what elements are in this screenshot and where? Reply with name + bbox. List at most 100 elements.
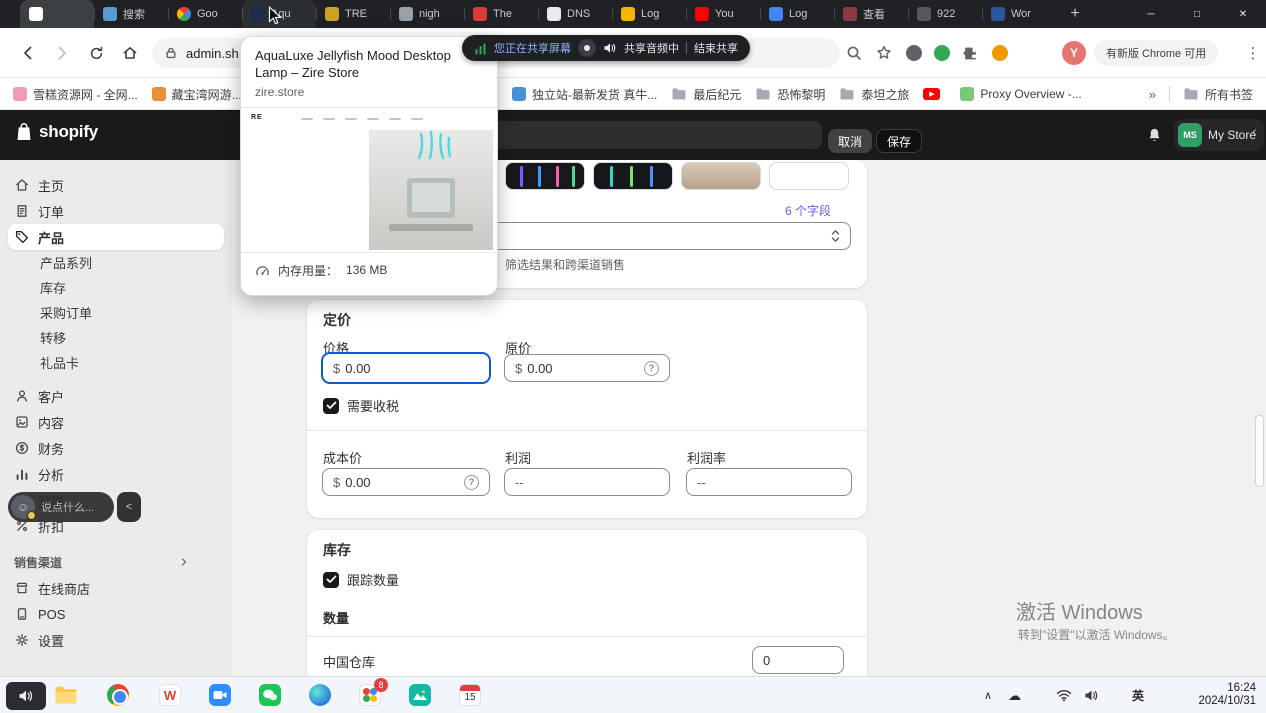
extension-button-2[interactable]: [928, 39, 956, 67]
sidebar-item-purchase-orders[interactable]: 采购订单: [0, 300, 232, 325]
taskbar-icon-meeting[interactable]: [206, 681, 234, 709]
tray-cloud-button[interactable]: ☁: [1008, 677, 1021, 713]
taskbar-icon-chrome[interactable]: [104, 681, 132, 709]
sales-channels-header[interactable]: 销售渠道: [0, 549, 232, 575]
extension-button-1[interactable]: [900, 39, 928, 67]
taskbar-icon-photos[interactable]: 8: [356, 681, 384, 709]
tray-show-hidden-button[interactable]: ∧: [984, 677, 992, 713]
close-button[interactable]: ✕: [1220, 0, 1266, 28]
tray-network-button[interactable]: [1056, 677, 1072, 713]
menu-kebab-button[interactable]: ⋮: [1244, 39, 1262, 67]
charge-tax-checkbox[interactable]: 需要收税: [323, 396, 399, 415]
sidebar-item-analytics[interactable]: 分析: [0, 461, 232, 487]
share-options-button[interactable]: [578, 39, 596, 57]
browser-tab[interactable]: You: [686, 0, 760, 28]
store-menu[interactable]: MS My Store: [1174, 119, 1264, 151]
browser-tab[interactable]: nigh: [390, 0, 464, 28]
taskbar-icon-browser2[interactable]: [306, 681, 334, 709]
media-thumbnail[interactable]: [681, 162, 761, 190]
bookmark-folder[interactable]: 最后纪元: [664, 82, 748, 106]
browser-tab[interactable]: The: [464, 0, 538, 28]
sidebar-item-home[interactable]: 主页: [0, 172, 232, 198]
metafields-link[interactable]: 6 个字段: [785, 202, 831, 219]
tray-volume-button[interactable]: [1084, 677, 1099, 713]
margin-field[interactable]: --: [686, 468, 852, 496]
bookmark-favicon: [152, 87, 166, 101]
price-input[interactable]: $0.00: [321, 352, 491, 384]
cancel-button[interactable]: 取消: [828, 129, 872, 153]
taskbar-clock[interactable]: 16:24 2024/10/31: [1198, 682, 1256, 708]
chat-widget[interactable]: ☺ 说点什么...: [8, 492, 114, 522]
sidebar-item-collections[interactable]: 产品系列: [0, 250, 232, 275]
browser-tab[interactable]: Wor: [982, 0, 1056, 28]
sidebar-item-content[interactable]: 内容: [0, 409, 232, 435]
profile-avatar[interactable]: Y: [1062, 41, 1086, 65]
extensions-puzzle-button[interactable]: [956, 39, 984, 67]
media-thumbnail[interactable]: [505, 162, 585, 190]
chrome-update-button[interactable]: 有新版 Chrome 可用: [1094, 40, 1218, 66]
bookmark-item[interactable]: 雪糕资源网 - 全网...: [6, 82, 145, 106]
taskbar-icon-gallery[interactable]: [406, 681, 434, 709]
refresh-button[interactable]: [82, 39, 110, 67]
browser-tab[interactable]: Goo: [168, 0, 242, 28]
sidebar-item-pos[interactable]: POS: [0, 601, 232, 627]
sidebar-item-transfers[interactable]: 转移: [0, 325, 232, 350]
sidebar-item-finance[interactable]: 财务: [0, 435, 232, 461]
volume-overlay-button[interactable]: [6, 682, 46, 710]
chat-input-placeholder[interactable]: 说点什么...: [41, 499, 94, 515]
chat-collapse-button[interactable]: <: [117, 492, 141, 522]
bookmark-item[interactable]: Proxy Overview -...: [953, 82, 1088, 106]
sidebar-item-products[interactable]: 产品: [8, 224, 224, 250]
taskbar-icon-calendar[interactable]: 15: [456, 681, 484, 709]
page-scrollbar-thumb[interactable]: [1255, 415, 1264, 487]
bookmark-star-button[interactable]: [870, 39, 898, 67]
sidebar-item-online-store[interactable]: 在线商店: [0, 575, 232, 601]
browser-tab-active[interactable]: [20, 0, 94, 28]
browser-tab[interactable]: Log: [760, 0, 834, 28]
media-thumbnail[interactable]: [593, 162, 673, 190]
sidebar-item-orders[interactable]: 订单: [0, 198, 232, 224]
header-collapse-button[interactable]: ‹: [1252, 123, 1257, 139]
search-button[interactable]: [840, 39, 868, 67]
help-icon[interactable]: ?: [464, 475, 479, 490]
browser-tab[interactable]: 搜索: [94, 0, 168, 28]
taskbar-icon-explorer[interactable]: [52, 681, 80, 709]
sidebar-item-customers[interactable]: 客户: [0, 383, 232, 409]
all-bookmarks-button[interactable]: 所有书签: [1176, 82, 1260, 106]
bookmark-item[interactable]: 独立站-最新发货 真牛...: [505, 82, 664, 106]
bookmarks-overflow-button[interactable]: »: [1142, 82, 1163, 106]
sidebar-item-settings[interactable]: 设置: [0, 627, 232, 653]
bookmark-item[interactable]: 藏宝湾网游...: [145, 82, 249, 106]
shopify-logo[interactable]: shopify: [14, 122, 98, 142]
bookmark-folder[interactable]: 泰坦之旅: [832, 82, 916, 106]
forward-button[interactable]: [48, 39, 76, 67]
stop-sharing-button[interactable]: 结束共享: [694, 40, 738, 56]
help-icon[interactable]: ?: [644, 361, 659, 376]
minimize-button[interactable]: ─: [1128, 0, 1174, 28]
taskbar-icon-wps[interactable]: [156, 681, 184, 709]
notifications-button[interactable]: [1146, 127, 1163, 144]
track-quantity-checkbox[interactable]: 跟踪数量: [323, 570, 399, 589]
media-thumbnail[interactable]: [769, 162, 849, 190]
new-tab-button[interactable]: +: [1062, 1, 1088, 27]
compare-at-input[interactable]: $0.00?: [504, 354, 670, 382]
cost-input[interactable]: $0.00?: [322, 468, 490, 496]
bookmark-folder[interactable]: 恐怖黎明: [748, 82, 832, 106]
home-button[interactable]: [116, 39, 144, 67]
quantity-input[interactable]: 0: [752, 646, 844, 674]
profit-field[interactable]: --: [504, 468, 670, 496]
browser-tab[interactable]: DNS: [538, 0, 612, 28]
browser-tab[interactable]: 查看: [834, 0, 908, 28]
save-button[interactable]: 保存: [876, 129, 922, 153]
browser-tab[interactable]: 922: [908, 0, 982, 28]
back-button[interactable]: [14, 39, 42, 67]
browser-tab[interactable]: TRE: [316, 0, 390, 28]
browser-tab[interactable]: Log: [612, 0, 686, 28]
maximize-button[interactable]: □: [1174, 0, 1220, 28]
extension-button-3[interactable]: [986, 39, 1014, 67]
ime-indicator[interactable]: 英: [1132, 677, 1144, 713]
sidebar-item-inventory[interactable]: 库存: [0, 275, 232, 300]
sidebar-item-gift-cards[interactable]: 礼品卡: [0, 350, 232, 375]
bookmark-item-youtube[interactable]: ▶: [916, 82, 953, 106]
taskbar-icon-wechat[interactable]: [256, 681, 284, 709]
